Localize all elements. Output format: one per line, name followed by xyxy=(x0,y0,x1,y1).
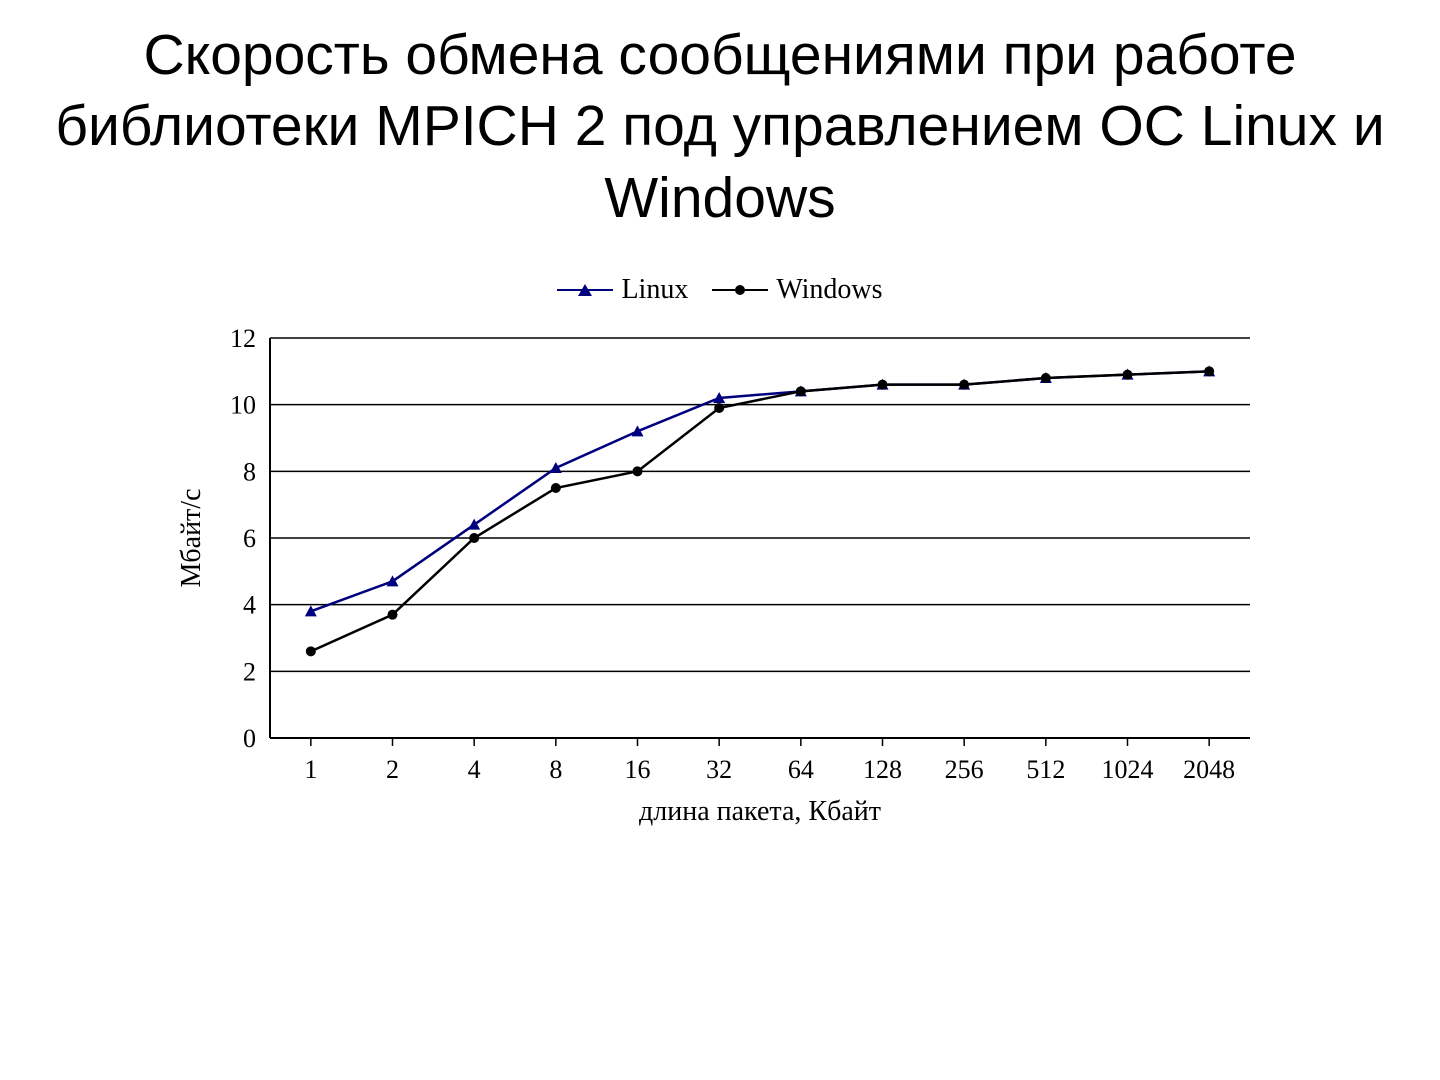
circle-icon xyxy=(959,379,969,389)
legend: Linux Windows xyxy=(160,274,1280,306)
triangle-icon xyxy=(550,462,562,473)
x-tick-label: 2 xyxy=(386,755,399,784)
x-tick-label: 512 xyxy=(1026,755,1065,784)
circle-icon xyxy=(796,386,806,396)
y-tick-label: 8 xyxy=(243,457,256,486)
x-tick-label: 16 xyxy=(625,755,651,784)
chart-plot: 024681012124816326412825651210242048длин… xyxy=(160,318,1280,838)
legend-label: Linux xyxy=(621,274,688,306)
chart: Linux Windows 02468101212481632641282565… xyxy=(160,274,1280,838)
circle-icon xyxy=(306,646,316,656)
circle-icon xyxy=(878,379,888,389)
x-tick-label: 128 xyxy=(863,755,902,784)
circle-icon xyxy=(1041,373,1051,383)
y-tick-label: 10 xyxy=(230,390,256,419)
y-tick-label: 0 xyxy=(243,724,256,753)
circle-icon xyxy=(714,403,724,413)
y-tick-label: 12 xyxy=(230,324,256,353)
page-title: Скорость обмена сообщениями при работе б… xyxy=(40,20,1400,234)
circle-icon xyxy=(1204,366,1214,376)
x-tick-label: 8 xyxy=(549,755,562,784)
x-tick-label: 1 xyxy=(304,755,317,784)
y-tick-label: 6 xyxy=(243,524,256,553)
circle-icon xyxy=(712,281,768,299)
x-tick-label: 4 xyxy=(468,755,481,784)
x-tick-label: 64 xyxy=(788,755,814,784)
y-tick-label: 2 xyxy=(243,657,256,686)
x-tick-label: 256 xyxy=(945,755,984,784)
triangle-icon xyxy=(557,281,613,299)
y-axis-title: Мбайт/с xyxy=(176,488,207,587)
y-tick-label: 4 xyxy=(243,590,256,619)
legend-item-linux: Linux xyxy=(557,274,688,306)
series-line-linux xyxy=(311,371,1209,611)
circle-icon xyxy=(469,533,479,543)
x-tick-label: 1024 xyxy=(1102,755,1154,784)
x-tick-label: 32 xyxy=(706,755,732,784)
circle-icon xyxy=(1123,369,1133,379)
legend-item-windows: Windows xyxy=(712,274,882,306)
x-axis-title: длина пакета, Кбайт xyxy=(639,796,881,827)
legend-label: Windows xyxy=(776,274,882,306)
circle-icon xyxy=(388,609,398,619)
circle-icon xyxy=(633,466,643,476)
x-tick-label: 2048 xyxy=(1183,755,1235,784)
series-line-windows xyxy=(311,371,1209,651)
slide: Скорость обмена сообщениями при работе б… xyxy=(0,0,1440,1080)
circle-icon xyxy=(551,483,561,493)
